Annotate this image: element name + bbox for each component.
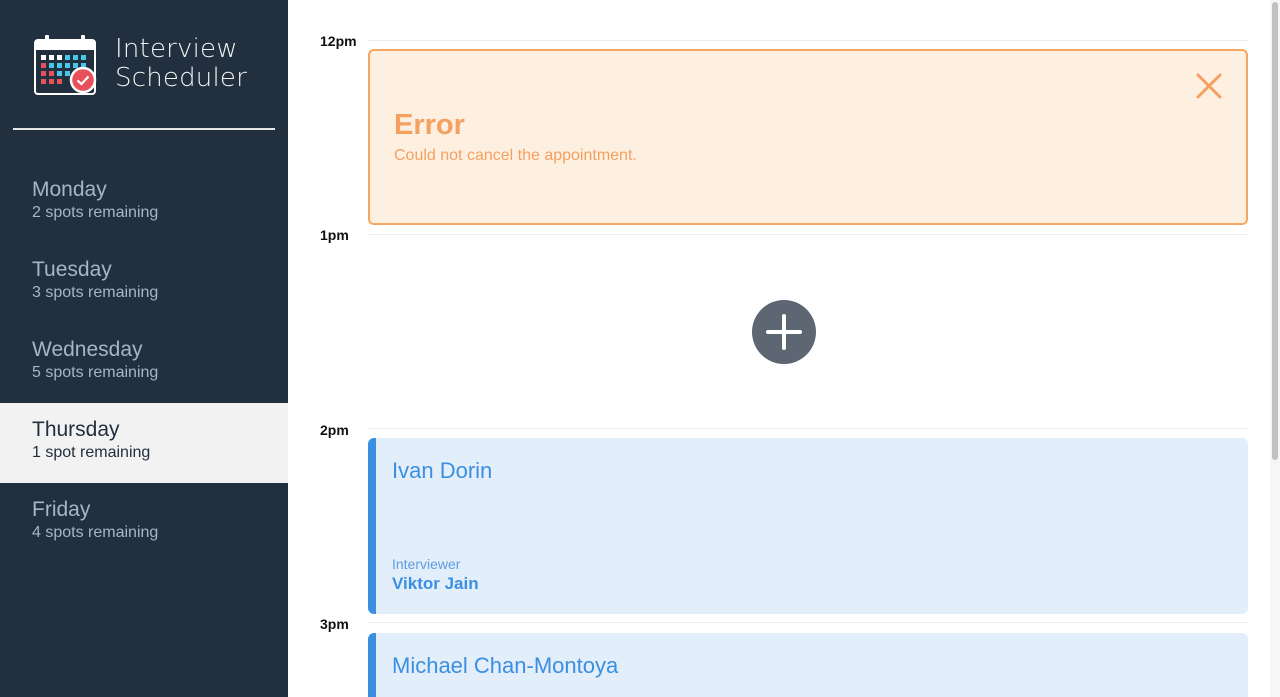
day-name: Thursday xyxy=(32,418,120,441)
calendar-check-icon xyxy=(34,35,97,95)
appointment-card[interactable]: Ivan Dorin Interviewer Viktor Jain xyxy=(368,438,1248,614)
scrollbar[interactable] xyxy=(1270,0,1280,697)
scrollbar-thumb[interactable] xyxy=(1272,2,1278,460)
time-label-3pm: 3pm xyxy=(320,616,349,632)
day-spots: 3 spots remaining xyxy=(32,284,159,301)
error-message: Could not cancel the appointment. xyxy=(394,147,637,164)
day-spots: 5 spots remaining xyxy=(32,364,159,381)
day-name: Friday xyxy=(32,498,91,521)
day-name: Tuesday xyxy=(32,258,112,281)
appointment-card[interactable]: Michael Chan-Montoya xyxy=(368,633,1248,697)
error-card: Error Could not cancel the appointment. xyxy=(368,49,1248,225)
app-title-line2: Scheduler xyxy=(115,63,247,93)
time-label-1pm: 1pm xyxy=(320,227,349,243)
time-divider xyxy=(368,428,1248,429)
day-spots: 2 spots remaining xyxy=(32,204,159,221)
sidebar: Interview Scheduler Monday 2 spots remai… xyxy=(0,0,288,697)
day-name: Wednesday xyxy=(32,338,143,361)
add-appointment-button[interactable] xyxy=(752,300,816,364)
app-title: Interview Scheduler xyxy=(115,35,247,93)
day-name: Monday xyxy=(32,178,107,201)
interviewer-label: Interviewer xyxy=(392,556,461,572)
student-name: Ivan Dorin xyxy=(392,458,493,483)
time-divider xyxy=(368,40,1248,41)
day-item-friday[interactable]: Friday 4 spots remaining xyxy=(0,483,288,563)
close-icon[interactable] xyxy=(1194,71,1224,101)
day-item-wednesday[interactable]: Wednesday 5 spots remaining xyxy=(0,323,288,403)
time-label-12pm: 12pm xyxy=(320,33,357,49)
app-title-line1: Interview xyxy=(115,34,238,64)
day-list: Monday 2 spots remaining Tuesday 3 spots… xyxy=(0,163,288,563)
day-item-thursday[interactable]: Thursday 1 spot remaining xyxy=(0,403,288,483)
student-name: Michael Chan-Montoya xyxy=(392,653,619,678)
day-spots: 1 spot remaining xyxy=(32,444,151,461)
interviewer-name: Viktor Jain xyxy=(392,574,479,593)
schedule: 12pm Error Could not cancel the appointm… xyxy=(288,0,1270,697)
plus-icon xyxy=(766,314,802,350)
sidebar-divider xyxy=(13,128,275,130)
time-label-2pm: 2pm xyxy=(320,422,349,438)
time-divider xyxy=(368,234,1248,235)
brand: Interview Scheduler xyxy=(33,34,263,98)
day-spots: 4 spots remaining xyxy=(32,524,159,541)
day-item-tuesday[interactable]: Tuesday 3 spots remaining xyxy=(0,243,288,323)
day-item-monday[interactable]: Monday 2 spots remaining xyxy=(0,163,288,243)
time-divider xyxy=(368,622,1248,623)
error-title: Error xyxy=(394,109,465,141)
